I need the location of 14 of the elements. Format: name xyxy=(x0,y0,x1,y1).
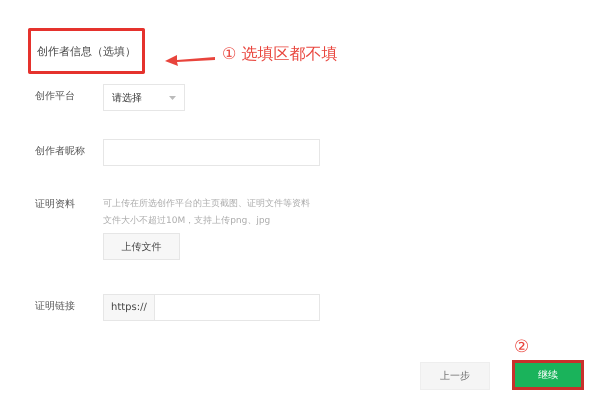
step-marker: ② xyxy=(514,337,530,357)
upload-button[interactable]: 上传文件 xyxy=(103,233,180,260)
field-label: 创作者昵称 xyxy=(35,144,86,159)
caret-icon xyxy=(169,96,176,100)
back-button[interactable]: 上一步 xyxy=(420,362,490,390)
section-title: 创作者信息（选填） xyxy=(28,28,145,74)
field-label: 证明资料 xyxy=(35,198,76,212)
hint-text: 文件大小不超过10M，支持上传png、jpg xyxy=(103,214,270,228)
hint-text: 可上传在所选创作平台的主页截图、证明文件等资料 xyxy=(103,198,310,211)
input-field[interactable] xyxy=(103,139,320,166)
annotation-text: ① 选填区都不填 xyxy=(222,44,338,65)
field-label: 创作平台 xyxy=(35,90,76,104)
field-label: 证明链接 xyxy=(35,300,76,314)
platform-select[interactable]: 请选择 xyxy=(103,84,185,111)
